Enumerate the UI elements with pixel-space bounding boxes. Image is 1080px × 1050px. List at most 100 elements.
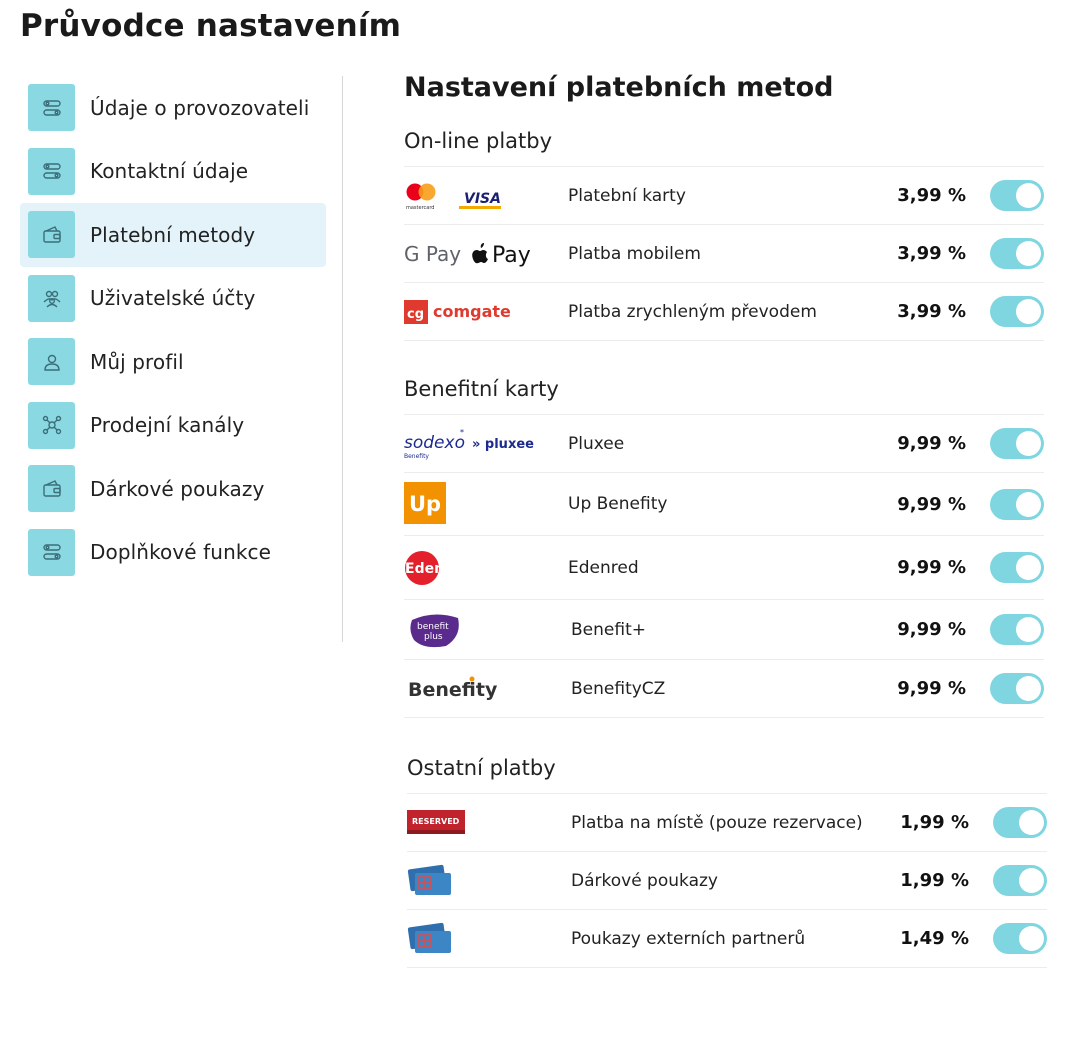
section-other-payments: Ostatní platby RESERVED Platba na místě … xyxy=(407,749,1047,968)
sidebar-item-label: Údaje o provozovateli xyxy=(90,95,310,120)
payment-row-cards: mastercard VISA Platební karty 3,99 % xyxy=(404,167,1044,225)
sidebar-item-my-profile[interactable]: Můj profil xyxy=(20,330,326,394)
enable-toggle[interactable] xyxy=(990,614,1044,645)
sidebar-item-label: Můj profil xyxy=(90,349,184,374)
reserved-text: RESERVED xyxy=(412,817,460,826)
method-name: Pluxee xyxy=(568,433,625,454)
fee-value: 1,99 % xyxy=(900,812,969,833)
user-icon xyxy=(28,338,75,386)
mastercard-visa-logo: mastercard VISA xyxy=(404,167,568,224)
edenred-text: Edenred xyxy=(405,561,470,577)
toggle-knob xyxy=(1016,555,1041,580)
enable-toggle[interactable] xyxy=(993,865,1047,896)
fee-value: 3,99 % xyxy=(897,301,966,322)
sidebar-divider xyxy=(342,76,343,642)
enable-toggle[interactable] xyxy=(990,180,1044,211)
benefity-logo: Benefity xyxy=(404,660,568,717)
pluxee-text: » pluxee xyxy=(472,437,534,452)
apple-icon xyxy=(472,242,488,263)
comgate-logo: cg comgate xyxy=(404,283,568,340)
section-title: Ostatní platby xyxy=(407,756,556,780)
fee-value: 9,99 % xyxy=(897,493,966,515)
enable-toggle[interactable] xyxy=(990,552,1044,583)
sidebar-item-payment-methods[interactable]: Platební metody xyxy=(20,203,326,267)
sidebar-item-label: Kontaktní údaje xyxy=(90,159,249,184)
enable-toggle[interactable] xyxy=(990,296,1044,327)
method-name: Edenred xyxy=(568,557,639,578)
payment-row-edenred: Edenred Edenred 9,99 % xyxy=(404,536,1044,600)
payment-row-gift-vouchers: Dárkové poukazy 1,99 % xyxy=(407,852,1047,910)
wallet-icon xyxy=(28,211,75,259)
fee-value: 3,99 % xyxy=(897,185,966,206)
method-name: Poukazy externích partnerů xyxy=(571,928,806,949)
benefit-plus-logo: benefit plus xyxy=(404,600,568,659)
toggle-knob xyxy=(1019,926,1044,951)
enable-toggle[interactable] xyxy=(993,923,1047,954)
section-benefit-cards: Benefitní karty sodexo » pluxee Benefity… xyxy=(404,370,1044,718)
cg-text: cg xyxy=(407,307,424,322)
fee-value: 3,99 % xyxy=(897,243,966,264)
sidebar-item-sales-channels[interactable]: Prodejní kanály xyxy=(20,394,326,458)
toggle-knob xyxy=(1019,810,1044,835)
fee-value: 9,99 % xyxy=(897,678,966,699)
payment-row-mobile: G Pay Pay Platba mobilem 3,99 % xyxy=(404,225,1044,283)
payment-row-bank-transfer: cg comgate Platba zrychleným převodem 3,… xyxy=(404,283,1044,341)
sidebar-item-label: Uživatelské účty xyxy=(90,286,256,311)
method-name: BenefityCZ xyxy=(571,678,666,699)
method-name: Platba na místě (pouze rezervace) xyxy=(571,812,863,833)
comgate-text: comgate xyxy=(433,302,511,321)
method-name: Dárkové poukazy xyxy=(571,870,718,891)
sliders-icon xyxy=(28,84,75,132)
gift-voucher-icon xyxy=(407,910,571,967)
toggle-knob xyxy=(1016,183,1041,208)
enable-toggle[interactable] xyxy=(990,673,1044,704)
enable-toggle[interactable] xyxy=(990,238,1044,269)
payment-row-pay-on-site: RESERVED Platba na místě (pouze rezervac… xyxy=(407,794,1047,852)
toggle-knob xyxy=(1016,676,1041,701)
edenred-logo: Edenred xyxy=(404,536,568,599)
toggle-knob xyxy=(1019,868,1044,893)
fee-value: 1,99 % xyxy=(900,870,969,891)
visa-text: VISA xyxy=(464,191,501,207)
sidebar-item-label: Platební metody xyxy=(90,222,256,247)
sidebar-item-additional-features[interactable]: Doplňkové funkce xyxy=(20,521,326,585)
method-name: Platba zrychleným převodem xyxy=(568,301,817,322)
sidebar-item-label: Prodejní kanály xyxy=(90,413,245,438)
toggle-knob xyxy=(1016,299,1041,324)
benefity-small-text: Benefity xyxy=(404,453,429,460)
fee-value: 9,99 % xyxy=(897,619,966,640)
sidebar-item-operator-details[interactable]: Údaje o provozovateli xyxy=(20,76,326,140)
up-logo: Up xyxy=(404,473,568,535)
sliders-icon xyxy=(28,147,75,195)
method-name: Platba mobilem xyxy=(568,243,701,264)
sidebar-item-user-accounts[interactable]: Uživatelské účty xyxy=(20,267,326,331)
benefity-text: Benefity xyxy=(408,679,498,701)
payment-row-up-benefity: Up Up Benefity 9,99 % xyxy=(404,473,1044,536)
enable-toggle[interactable] xyxy=(990,488,1044,520)
sidebar-item-gift-vouchers[interactable]: Dárkové poukazy xyxy=(20,457,326,521)
toggle-knob xyxy=(1016,617,1041,642)
sidebar-item-contact-details[interactable]: Kontaktní údaje xyxy=(20,140,326,204)
users-icon xyxy=(28,274,75,322)
up-text: Up xyxy=(409,492,441,516)
enable-toggle[interactable] xyxy=(993,807,1047,838)
gift-voucher-icon xyxy=(407,852,571,909)
method-name: Up Benefity xyxy=(568,494,668,514)
svg-text:*: * xyxy=(460,428,464,437)
wallet-icon xyxy=(28,465,75,513)
sodexo-text: sodexo xyxy=(404,433,465,453)
fee-value: 9,99 % xyxy=(897,557,966,578)
main-title: Nastavení platebních metod xyxy=(404,72,834,103)
method-name: Benefit+ xyxy=(571,619,646,640)
payment-row-benefit-plus: benefit plus Benefit+ 9,99 % xyxy=(404,600,1044,660)
payment-list: sodexo » pluxee Benefity * Pluxee 9,99 %… xyxy=(404,414,1044,718)
payment-row-partner-vouchers: Poukazy externích partnerů 1,49 % xyxy=(407,910,1047,968)
toggle-knob xyxy=(1016,491,1041,517)
mastercard-text: mastercard xyxy=(406,205,434,211)
toggle-knob xyxy=(1016,431,1041,456)
payment-list: RESERVED Platba na místě (pouze rezervac… xyxy=(407,793,1047,968)
payment-row-benefitycz: Benefity BenefityCZ 9,99 % xyxy=(404,660,1044,718)
enable-toggle[interactable] xyxy=(990,428,1044,459)
sidebar-item-label: Doplňkové funkce xyxy=(90,540,272,565)
section-title: On-line platby xyxy=(404,129,553,153)
